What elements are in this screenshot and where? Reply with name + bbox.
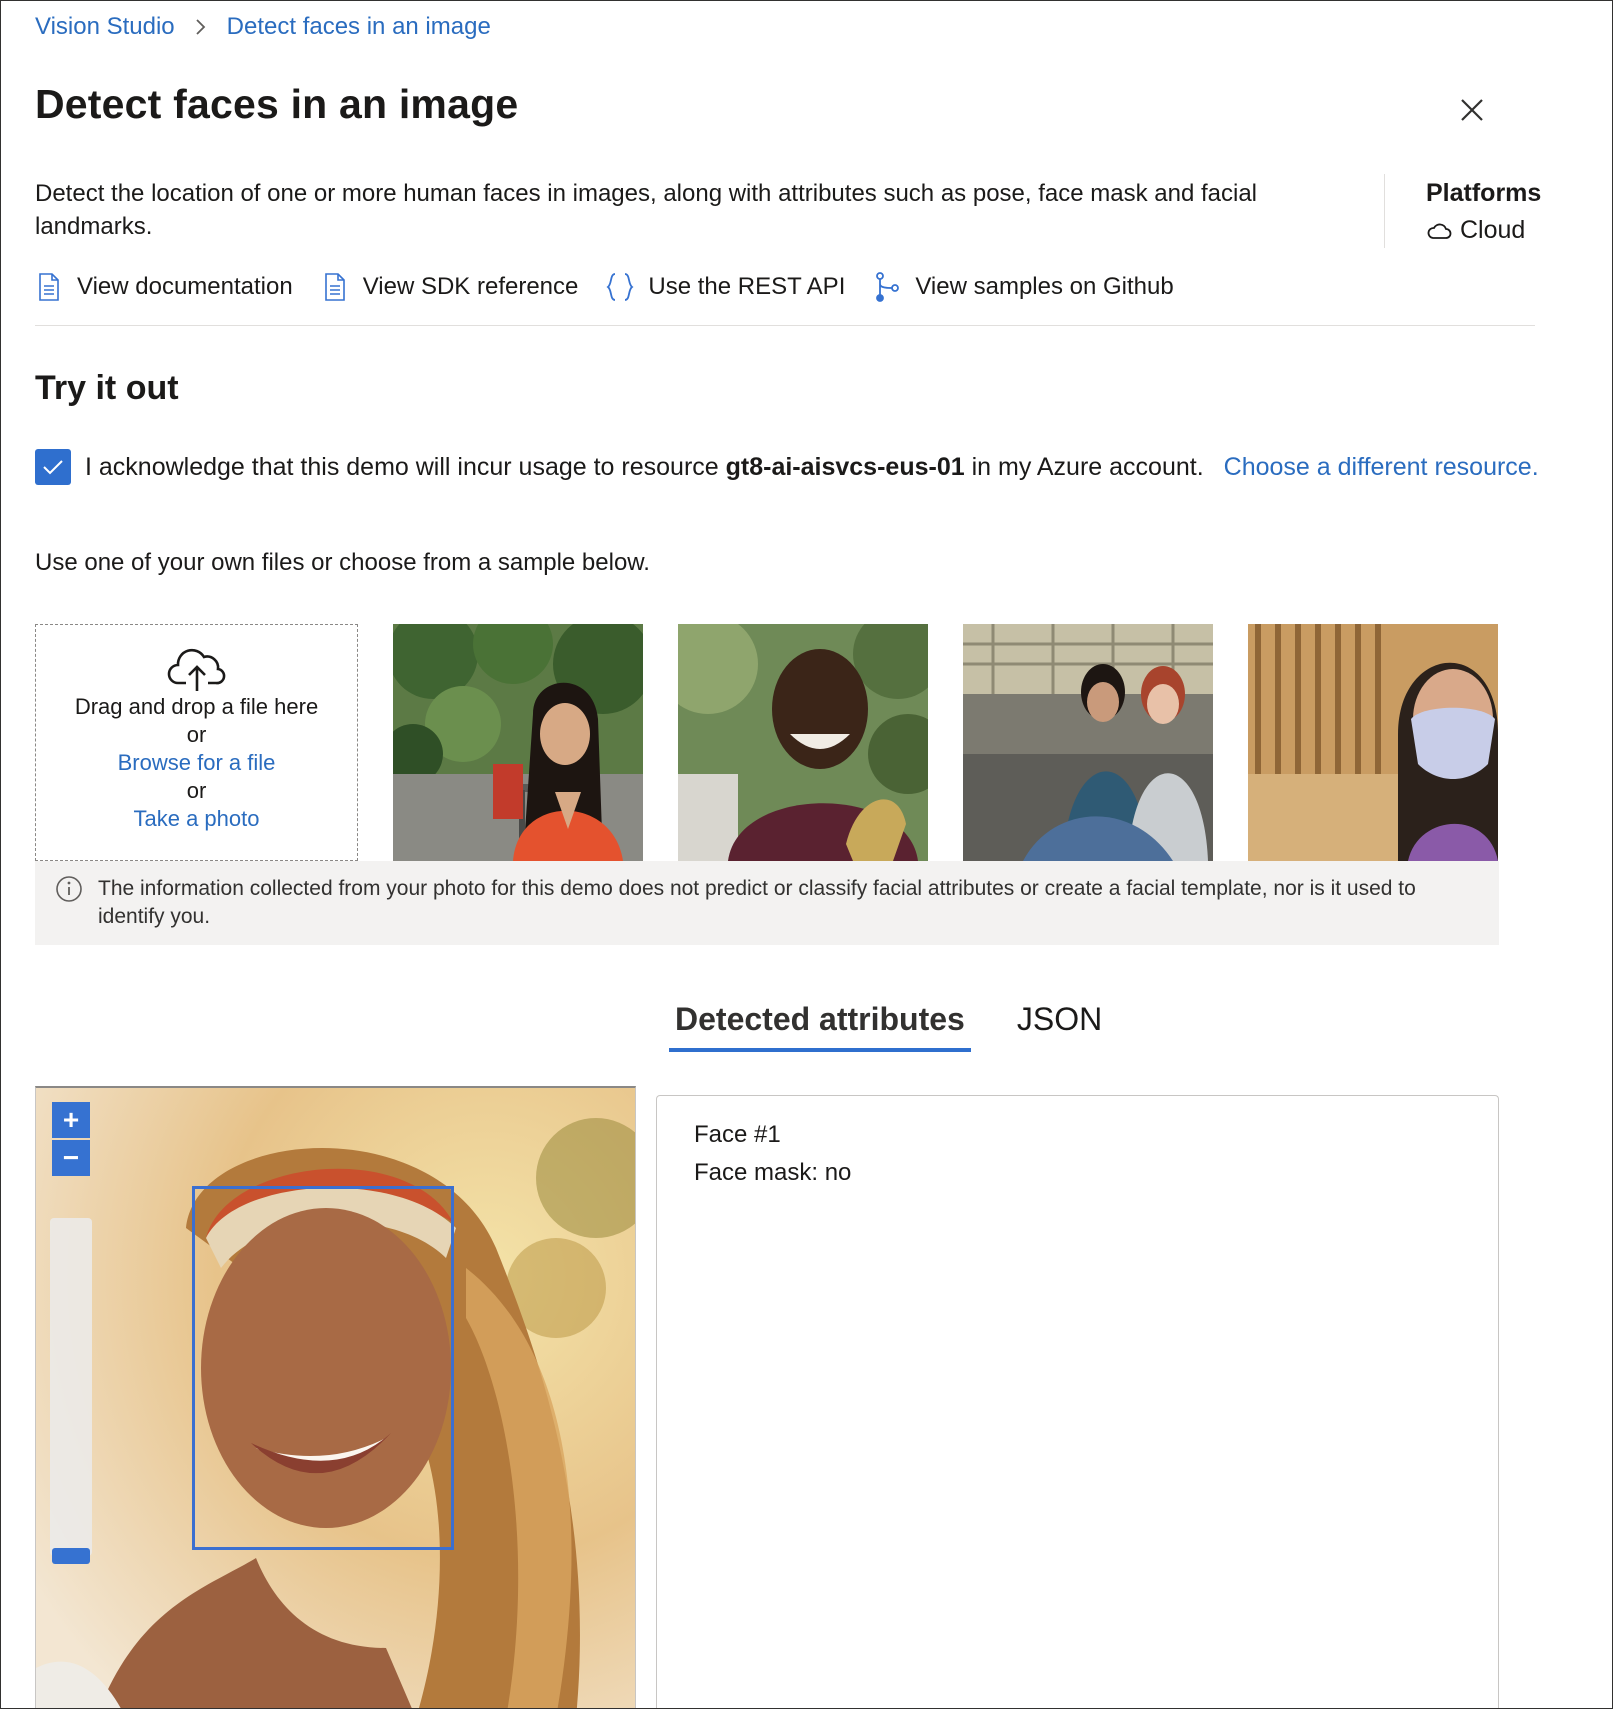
platform-cloud-label: Cloud <box>1460 216 1526 244</box>
or-text: or <box>186 722 207 747</box>
section-title: Try it out <box>35 369 179 407</box>
choose-resource-link[interactable]: Choose a different resource. <box>1224 453 1539 482</box>
tab-detected-attributes[interactable]: Detected attributes <box>669 1001 971 1052</box>
acknowledge-row: I acknowledge that this demo will incur … <box>35 449 1539 485</box>
link-label: View samples on Github <box>915 273 1174 300</box>
breadcrumb-vision-studio[interactable]: Vision Studio <box>35 13 175 41</box>
page-title: Detect faces in an image <box>35 81 519 127</box>
document-icon <box>35 271 63 303</box>
sample-image-3[interactable] <box>963 624 1213 861</box>
result-tabs: Detected attributes JSON <box>669 1001 1108 1052</box>
sample-image-4[interactable] <box>1248 624 1498 861</box>
platform-cloud: Cloud <box>1426 216 1541 245</box>
zoom-slider-track[interactable] <box>50 1218 92 1556</box>
acknowledge-prefix: I acknowledge that this demo will incur … <box>85 452 726 481</box>
resource-name: gt8-ai-aisvcs-eus-01 <box>725 452 965 481</box>
tab-json[interactable]: JSON <box>1011 1001 1108 1052</box>
resource-links: View documentation View SDK reference Us… <box>35 271 1202 303</box>
platforms-label: Platforms <box>1426 179 1542 207</box>
zoom-slider-thumb[interactable] <box>52 1548 90 1564</box>
breadcrumb-current[interactable]: Detect faces in an image <box>227 13 491 41</box>
page-frame: Vision Studio Detect faces in an image D… <box>0 0 1613 1709</box>
link-label: Use the REST API <box>648 273 846 300</box>
braces-icon <box>606 271 634 303</box>
privacy-notice: The information collected from your phot… <box>35 861 1499 945</box>
link-label: View documentation <box>77 273 293 300</box>
file-drop-zone[interactable]: Drag and drop a file here or Browse for … <box>35 624 358 861</box>
take-photo-link[interactable]: Take a photo <box>36 805 357 833</box>
privacy-notice-text: The information collected from your phot… <box>98 877 1416 928</box>
platforms-panel: Platforms Cloud <box>1426 179 1541 245</box>
checkmark-icon <box>43 460 63 475</box>
acknowledge-suffix: in my Azure account. <box>964 452 1204 481</box>
page-description: Detect the location of one or more human… <box>35 180 1257 240</box>
chevron-right-icon <box>195 18 207 36</box>
branch-icon <box>873 271 901 303</box>
acknowledge-checkbox[interactable] <box>35 449 71 485</box>
breadcrumb: Vision Studio Detect faces in an image <box>35 13 491 41</box>
close-icon[interactable] <box>1457 95 1487 125</box>
face-label: Face #1 <box>694 1121 781 1148</box>
link-label: View SDK reference <box>362 273 579 300</box>
link-view-sdk-reference[interactable]: View SDK reference <box>321 271 579 303</box>
image-viewer[interactable]: + − <box>35 1086 636 1708</box>
link-view-documentation[interactable]: View documentation <box>35 271 293 303</box>
sample-image-2[interactable] <box>678 624 928 861</box>
zoom-out-button[interactable]: − <box>52 1140 90 1176</box>
divider <box>35 325 1535 326</box>
or-text: or <box>186 778 207 803</box>
link-view-samples-github[interactable]: View samples on Github <box>873 271 1174 303</box>
info-icon <box>55 875 83 909</box>
zoom-in-button[interactable]: + <box>52 1102 90 1138</box>
face-mask-value: Face mask: no <box>694 1159 852 1186</box>
cloud-icon <box>1427 223 1452 239</box>
divider <box>1384 174 1385 248</box>
upload-instruction: Use one of your own files or choose from… <box>35 549 650 576</box>
link-use-rest-api[interactable]: Use the REST API <box>606 271 845 303</box>
attributes-panel: Face #1 Face mask: no <box>656 1095 1499 1708</box>
document-icon <box>321 271 349 303</box>
browse-file-link[interactable]: Browse for a file <box>36 749 357 777</box>
drag-drop-text: Drag and drop a file here <box>74 694 319 719</box>
face-bounding-box <box>192 1186 454 1550</box>
cloud-upload-icon <box>166 645 228 693</box>
sample-image-1[interactable] <box>393 624 643 861</box>
